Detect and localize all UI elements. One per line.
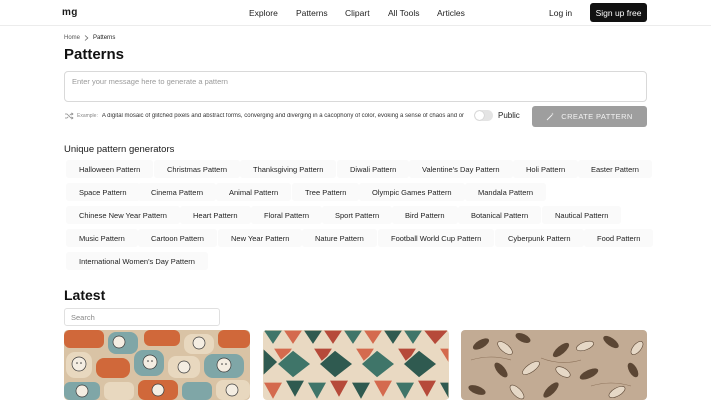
chevron-right-icon <box>84 35 89 41</box>
breadcrumb: Home Patterns <box>64 35 115 41</box>
toggle-label: Public <box>498 111 520 120</box>
chip-chinese-new-year-pattern[interactable]: Chinese New Year Pattern <box>66 206 180 224</box>
chip-christmas-pattern[interactable]: Christmas Pattern <box>154 160 241 178</box>
chip-heart-pattern[interactable]: Heart Pattern <box>180 206 251 224</box>
chip-international-womens-day-pattern[interactable]: International Women's Day Pattern <box>66 252 208 270</box>
chip-easter-pattern[interactable]: Easter Pattern <box>578 160 652 178</box>
breadcrumb-current: Patterns <box>93 35 116 41</box>
example-text[interactable]: A digital mosaic of glitched pixels and … <box>102 113 464 119</box>
nav-articles[interactable]: Articles <box>437 8 465 18</box>
prompt-input[interactable] <box>64 71 647 102</box>
chip-valentines-day-pattern[interactable]: Valentine's Day Pattern <box>409 160 513 178</box>
shuffle-icon[interactable] <box>64 111 74 121</box>
login-link[interactable]: Log in <box>549 8 572 18</box>
create-pattern-label: CREATE PATTERN <box>561 112 633 121</box>
signup-button[interactable]: Sign up free <box>590 3 647 22</box>
example-prompt-row: Example: A digital mosaic of glitched pi… <box>64 109 464 123</box>
example-label: Example: <box>77 113 98 119</box>
cartoon-cats-pattern-image <box>64 330 250 400</box>
chip-diwali-pattern[interactable]: Diwali Pattern <box>337 160 410 178</box>
chip-nautical-pattern[interactable]: Nautical Pattern <box>542 206 622 224</box>
chip-tree-pattern[interactable]: Tree Pattern <box>292 183 360 201</box>
search-input[interactable] <box>64 308 220 326</box>
nav-clipart[interactable]: Clipart <box>345 8 370 18</box>
chip-cinema-pattern[interactable]: Cinema Pattern <box>138 183 217 201</box>
chip-botanical-pattern[interactable]: Botanical Pattern <box>458 206 542 224</box>
page-title: Patterns <box>64 46 125 63</box>
chip-mandala-pattern[interactable]: Mandala Pattern <box>465 183 547 201</box>
chip-animal-pattern[interactable]: Animal Pattern <box>216 183 292 201</box>
site-logo[interactable]: mg <box>62 7 78 18</box>
chip-halloween-pattern[interactable]: Halloween Pattern <box>66 160 154 178</box>
generators-title: Unique pattern generators <box>64 144 175 155</box>
public-toggle[interactable]: Public <box>474 110 520 121</box>
pattern-card-cats[interactable] <box>64 330 250 400</box>
nav-patterns[interactable]: Patterns <box>296 8 328 18</box>
chip-cyberpunk-pattern[interactable]: Cyberpunk Pattern <box>495 229 584 247</box>
nav-explore[interactable]: Explore <box>249 8 278 18</box>
chip-new-year-pattern[interactable]: New Year Pattern <box>218 229 303 247</box>
chip-holi-pattern[interactable]: Holi Pattern <box>513 160 579 178</box>
chip-cartoon-pattern[interactable]: Cartoon Pattern <box>138 229 217 247</box>
latest-title: Latest <box>64 287 106 303</box>
nav-all-tools[interactable]: All Tools <box>388 8 420 18</box>
toggle-switch[interactable] <box>474 110 493 121</box>
botanical-leaves-pattern-image <box>461 330 647 400</box>
breadcrumb-home[interactable]: Home <box>64 35 80 41</box>
chip-space-pattern[interactable]: Space Pattern <box>66 183 140 201</box>
chip-bird-pattern[interactable]: Bird Pattern <box>392 206 458 224</box>
chip-football-world-cup-pattern[interactable]: Football World Cup Pattern <box>378 229 495 247</box>
chip-food-pattern[interactable]: Food Pattern <box>584 229 654 247</box>
top-navbar: mg Explore Patterns Clipart All Tools Ar… <box>0 0 711 26</box>
chip-sport-pattern[interactable]: Sport Pattern <box>322 206 393 224</box>
chip-music-pattern[interactable]: Music Pattern <box>66 229 138 247</box>
chip-thanksgiving-pattern[interactable]: Thanksgiving Pattern <box>240 160 337 178</box>
pattern-card-geometric[interactable] <box>263 330 449 400</box>
geometric-leaves-pattern-image <box>263 330 449 400</box>
chip-floral-pattern[interactable]: Floral Pattern <box>251 206 323 224</box>
chip-olympic-games-pattern[interactable]: Olympic Games Pattern <box>359 183 465 201</box>
chip-nature-pattern[interactable]: Nature Pattern <box>302 229 377 247</box>
create-pattern-button[interactable]: CREATE PATTERN <box>532 106 647 127</box>
magic-wand-icon <box>546 112 555 121</box>
pattern-card-botanical[interactable] <box>461 330 647 400</box>
